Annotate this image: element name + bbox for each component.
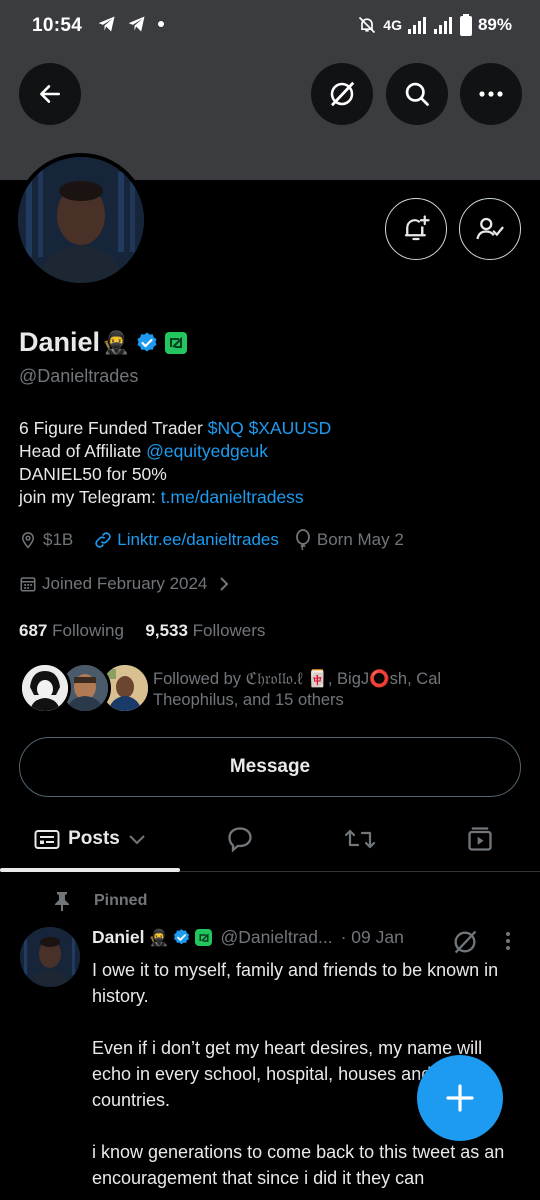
tweet-avatar[interactable] [20, 927, 80, 987]
dot-icon [158, 21, 164, 27]
following-person-icon [476, 217, 504, 240]
mention-link[interactable]: @equityedgeuk [146, 441, 268, 461]
bio-text: DANIEL50 for 50% [19, 464, 167, 484]
followers-label: Followers [192, 621, 266, 640]
following-label: Following [52, 621, 124, 640]
calendar-icon [20, 577, 36, 592]
network-type: 4G [383, 17, 402, 33]
telegram-icon [98, 16, 115, 32]
battery-level: 89% [477, 15, 512, 34]
profile-avatar[interactable] [14, 153, 148, 287]
joined-row[interactable]: Joined February 2024 [19, 574, 231, 594]
chevron-right-icon [220, 577, 229, 591]
tweet-author-name[interactable]: Daniel [92, 927, 145, 948]
avatar-portrait [18, 157, 144, 283]
tab-posts[interactable]: Posts [0, 806, 180, 872]
following-count: 687 [19, 621, 48, 640]
pin-icon [55, 892, 69, 911]
message-button[interactable]: Message [19, 737, 521, 797]
active-tab-indicator [0, 868, 180, 872]
tweet-paragraph: i know generations to come back to this … [92, 1142, 505, 1188]
posts-icon [34, 830, 60, 849]
follower-avatar [19, 662, 71, 714]
compose-button[interactable] [417, 1055, 503, 1141]
profile-handle: @Danieltrades [19, 366, 139, 386]
ninja-emoji: 🥷 [102, 329, 130, 355]
following-button[interactable] [459, 198, 521, 260]
joined-text: Joined February 2024 [42, 574, 208, 593]
birthday-text: Born May 2 [316, 530, 404, 549]
followers-count: 9,533 [145, 621, 188, 640]
more-icon [479, 91, 503, 97]
pinned-label: Pinned [94, 892, 148, 909]
back-button[interactable] [19, 63, 81, 125]
website-link[interactable]: Linktr.ee/danieltrades [117, 530, 279, 550]
retweet-icon [344, 829, 376, 849]
chevron-down-icon [129, 835, 145, 845]
bio-text: Head of Affiliate [19, 441, 147, 461]
profile-bio: 6 Figure Funded Trader $NQ $XAUUSD Head … [19, 417, 331, 509]
replies-icon [228, 827, 252, 853]
ninja-emoji: 🥷 [148, 929, 169, 947]
followed-by-others: Theophilus, and 15 others [153, 691, 344, 709]
affiliate-badge-icon[interactable] [165, 331, 188, 354]
search-icon [405, 82, 429, 106]
tweet-date: · 09 Jan [340, 927, 404, 947]
balloon-icon [295, 529, 310, 551]
back-arrow-icon [40, 85, 60, 103]
location-icon [21, 532, 35, 549]
search-button[interactable] [386, 63, 448, 125]
signal-icon [433, 17, 452, 34]
grok-button[interactable] [311, 63, 373, 125]
followed-by-name: ℭ𝔥𝔯𝔬𝔩𝔩𝔬.ℓ 🀄 [245, 670, 328, 688]
grok-icon [330, 81, 355, 107]
bio-text: join my Telegram: [19, 487, 161, 507]
followed-by-row[interactable]: Followed by ℭ𝔥𝔯𝔬𝔩𝔩𝔬.ℓ 🀄, BigJ⭕sh, Cal Th… [19, 662, 519, 718]
battery-icon [459, 14, 472, 36]
tweet-paragraph: I owe it to myself, family and friends t… [92, 960, 499, 1006]
media-icon [468, 827, 492, 851]
posts-label: Posts [68, 828, 120, 849]
plus-icon [446, 1084, 474, 1112]
verified-badge-icon[interactable] [135, 331, 159, 355]
tweet-author-handle: @Danieltrad... [220, 927, 333, 947]
location-text: $1B [43, 530, 74, 549]
verified-badge-icon [174, 929, 190, 945]
tab-media[interactable] [420, 806, 540, 872]
telegram-link[interactable]: t.me/danieltradess [161, 487, 304, 507]
following-stat[interactable]: 687 Following [19, 621, 124, 640]
followed-by-names: , BigJ⭕sh, Cal [327, 670, 442, 688]
mute-bell-icon [359, 16, 376, 34]
tab-reposts[interactable] [300, 806, 420, 872]
profile-tabs: Posts [0, 806, 540, 872]
cashtag-link[interactable]: $NQ $XAUUSD [208, 418, 332, 438]
tweet-more-icon[interactable] [504, 930, 512, 952]
followed-by-text: Followed by ℭ𝔥𝔯𝔬𝔩𝔩𝔬.ℓ 🀄, BigJ⭕sh, Cal Th… [153, 669, 503, 711]
affiliate-badge-icon [195, 929, 213, 946]
more-button[interactable] [460, 63, 522, 125]
tab-replies[interactable] [180, 806, 300, 872]
tweet-header: Daniel 🥷 @Danieltrad... · 09 Jan [92, 927, 404, 948]
signal-icon [407, 17, 426, 34]
profile-name-row: Daniel 🥷 [19, 327, 188, 358]
followed-by-prefix: Followed by [153, 670, 246, 688]
link-icon [95, 532, 111, 548]
pinned-indicator: Pinned [52, 890, 147, 912]
avatar-image [18, 157, 144, 283]
notify-plus-icon [404, 215, 430, 241]
status-time: 10:54 [32, 15, 83, 36]
notifications-button[interactable] [385, 198, 447, 260]
follow-stats: 687 Following 9,533 Followers [19, 621, 265, 641]
grok-icon[interactable] [451, 928, 479, 956]
telegram-icon [128, 16, 145, 32]
followers-stat[interactable]: 9,533 Followers [145, 621, 265, 640]
bio-text: 6 Figure Funded Trader [19, 418, 208, 438]
profile-name: Daniel [19, 327, 101, 357]
profile-meta: $1B Linktr.ee/danieltrades Born May 2 [19, 529, 404, 551]
status-bar: 10:54 4G 89% [0, 0, 540, 52]
